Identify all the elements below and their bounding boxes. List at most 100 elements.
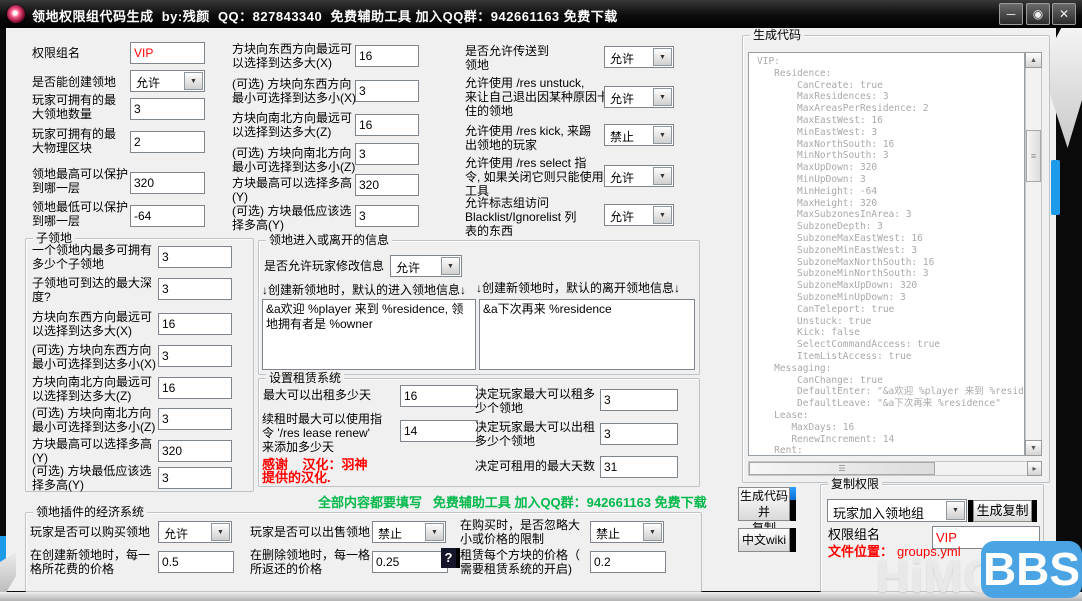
chevron-down-icon[interactable]: ▼ [653, 48, 672, 66]
can-create-value: 允许 [136, 74, 160, 91]
max-days-input[interactable] [400, 385, 478, 407]
economy-group-title: 领地插件的经济系统 [33, 506, 147, 519]
code-vscrollbar[interactable] [1025, 52, 1042, 456]
max-up-down-label: 方块最高可以选择多高 (Y) [232, 176, 352, 204]
group-name-input[interactable] [130, 42, 205, 64]
chevron-down-icon[interactable]: ▼ [211, 523, 230, 541]
min-up-down-input[interactable] [355, 205, 419, 227]
renew-increment-label: 续租时最大可以使用指 令 '/res lease renew' 来添加多少天 [262, 412, 382, 454]
enter-message-header: ↓创建新领地时，默认的进入领地信息↓ [262, 283, 466, 297]
max-rentables-label: 决定玩家最大可以出租 多少个领地 [475, 420, 595, 448]
max-subzones-input[interactable] [158, 246, 232, 268]
itemlist-access-label: 允许标志组访问 Blacklist/Ignorelist 列 表的东西 [465, 196, 576, 238]
button-accent-bar [790, 528, 796, 552]
can-sell-select[interactable]: 禁止 ▼ [372, 521, 446, 543]
scroll-down-icon[interactable]: ▼ [1025, 440, 1042, 456]
subzone-min-east-west-input[interactable] [158, 345, 232, 367]
subzone-min-north-south-label: (可选) 方块向南北方向 最小可选择到达多小(Z) [32, 406, 155, 434]
max-physical-input[interactable] [130, 131, 205, 153]
max-subzones-label: 一个领地内最多可拥有 多少个子领地 [32, 243, 152, 271]
modify-message-select[interactable]: 允许 ▼ [390, 255, 462, 277]
max-protect-input[interactable] [130, 172, 205, 194]
min-east-west-input[interactable] [355, 80, 419, 102]
select-command-value: 允许 [610, 169, 634, 186]
kick-select[interactable]: 禁止 ▼ [604, 124, 674, 146]
unstuck-select[interactable]: 允许 ▼ [604, 86, 674, 108]
max-rent-days-input[interactable] [600, 456, 678, 478]
generate-copy-button[interactable]: 生成复制 [973, 500, 1032, 522]
window-frame-blue-accent [1051, 160, 1060, 215]
itemlist-access-value: 允许 [610, 208, 634, 225]
window-title: 领地权限组代码生成 by:残颜 QQ：827843340 免费辅助工具 加入QQ… [32, 6, 618, 25]
kick-label: 允许使用 /res kick, 来踢 出领地的玩家 [465, 124, 591, 152]
can-buy-value: 允许 [164, 525, 188, 542]
can-create-select[interactable]: 允许 ▼ [130, 70, 205, 92]
chevron-down-icon[interactable]: ▼ [184, 72, 203, 90]
max-rentables-input[interactable] [600, 423, 678, 445]
chevron-down-icon[interactable]: ▼ [653, 126, 672, 144]
select-command-label: 允许使用 /res select 指 令, 如果关闭它则只能使用 工具 [465, 156, 604, 198]
subzone-min-north-south-input[interactable] [158, 408, 232, 430]
max-east-west-input[interactable] [355, 45, 419, 67]
max-up-down-input[interactable] [355, 174, 419, 196]
title-bar: 领地权限组代码生成 by:残颜 QQ：827843340 免费辅助工具 加入QQ… [0, 0, 1082, 28]
lease-group-title: 设置租赁系统 [266, 372, 344, 385]
creation-cost-input[interactable] [158, 551, 234, 573]
max-days-label: 最大可以出租多少天 [263, 388, 371, 402]
can-buy-select[interactable]: 允许 ▼ [158, 521, 232, 543]
theme-button[interactable]: ◉ [1026, 3, 1050, 25]
subzone-depth-input[interactable] [158, 278, 232, 300]
subzone-max-north-south-input[interactable] [158, 377, 232, 399]
max-rents-label: 决定玩家最大可以租多 少个领地 [475, 387, 595, 415]
group-name-label: 权限组名 [32, 46, 80, 60]
generate-and-copy-button[interactable]: 生成代码并 复制 [738, 487, 790, 521]
subzone-max-east-west-input[interactable] [158, 313, 232, 335]
min-north-south-input[interactable] [355, 143, 419, 165]
subzone-min-up-down-input[interactable] [158, 467, 232, 489]
chevron-down-icon[interactable]: ▼ [653, 88, 672, 106]
chevron-down-icon[interactable]: ▼ [653, 206, 672, 224]
subzone-max-up-down-label: 方块最高可以选择多高 (Y) [32, 437, 152, 465]
min-protect-input[interactable] [130, 205, 205, 227]
code-vscroll-thumb[interactable]: ≡ [1026, 130, 1041, 182]
scroll-up-icon[interactable]: ▲ [1025, 52, 1042, 68]
scroll-right-icon[interactable]: ▸ [1027, 461, 1042, 476]
chevron-down-icon[interactable]: ▼ [653, 167, 672, 185]
subzone-max-up-down-input[interactable] [158, 440, 232, 462]
max-north-south-input[interactable] [355, 114, 419, 136]
help-icon: ? [441, 548, 460, 568]
ignore-limits-select[interactable]: 禁止 ▼ [590, 521, 664, 543]
min-east-west-label: (可选) 方块向东西方向 最小可选择到达多小(X) [232, 77, 356, 105]
renew-increment-input[interactable] [400, 420, 478, 442]
itemlist-access-select[interactable]: 允许 ▼ [604, 204, 674, 226]
max-east-west-label: 方块向东西方向最远可 以选择到达多大(X) [232, 42, 352, 70]
chevron-down-icon[interactable]: ▼ [946, 501, 965, 520]
can-teleport-select[interactable]: 允许 ▼ [604, 46, 674, 68]
copy-mode-select[interactable]: 玩家加入领地组 ▼ [827, 499, 967, 522]
app-icon [7, 5, 25, 23]
generated-code-textarea[interactable]: VIP: Residence: CanCreate: true MaxResid… [748, 52, 1025, 456]
max-rent-days-label: 决定可租用的最大天数 [475, 459, 595, 473]
enter-message-textarea[interactable]: &a欢迎 %player 来到 %residence, 领地拥有者是 %owne… [262, 299, 476, 370]
chevron-down-icon[interactable]: ▼ [643, 523, 662, 541]
chevron-down-icon[interactable]: ▼ [441, 257, 460, 275]
max-residences-label: 玩家可拥有的最 大领地数量 [32, 93, 116, 121]
refund-rate-input[interactable] [372, 551, 448, 573]
chevron-down-icon[interactable]: ▼ [425, 523, 444, 541]
subzone-max-east-west-label: 方块向东西方向最远可 以选择到达多大(X) [32, 310, 152, 338]
select-command-select[interactable]: 允许 ▼ [604, 165, 674, 187]
close-button[interactable]: ✕ [1052, 3, 1076, 25]
max-protect-label: 领地最高可以保护 到哪一层 [32, 167, 128, 195]
max-rents-input[interactable] [600, 389, 678, 411]
chinese-wiki-button[interactable]: 中文wiki [738, 528, 790, 552]
leave-message-textarea[interactable]: &a下次再来 %residence [479, 299, 695, 370]
rent-cost-input[interactable] [590, 551, 666, 573]
button-accent-bar [1032, 500, 1037, 522]
subzone-min-east-west-label: (可选) 方块向东西方向 最小可选择到达多小(X) [32, 343, 156, 371]
max-north-south-label: 方块向南北方向最远可 以选择到达多大(Z) [232, 111, 352, 139]
minimize-button[interactable]: ─ [999, 3, 1023, 25]
can-create-label: 是否能创建领地 [32, 75, 116, 89]
max-residences-input[interactable] [130, 98, 205, 120]
code-hscroll-thumb[interactable]: ☰ [749, 462, 935, 475]
can-teleport-label: 是否允许传送到 领地 [465, 44, 549, 72]
